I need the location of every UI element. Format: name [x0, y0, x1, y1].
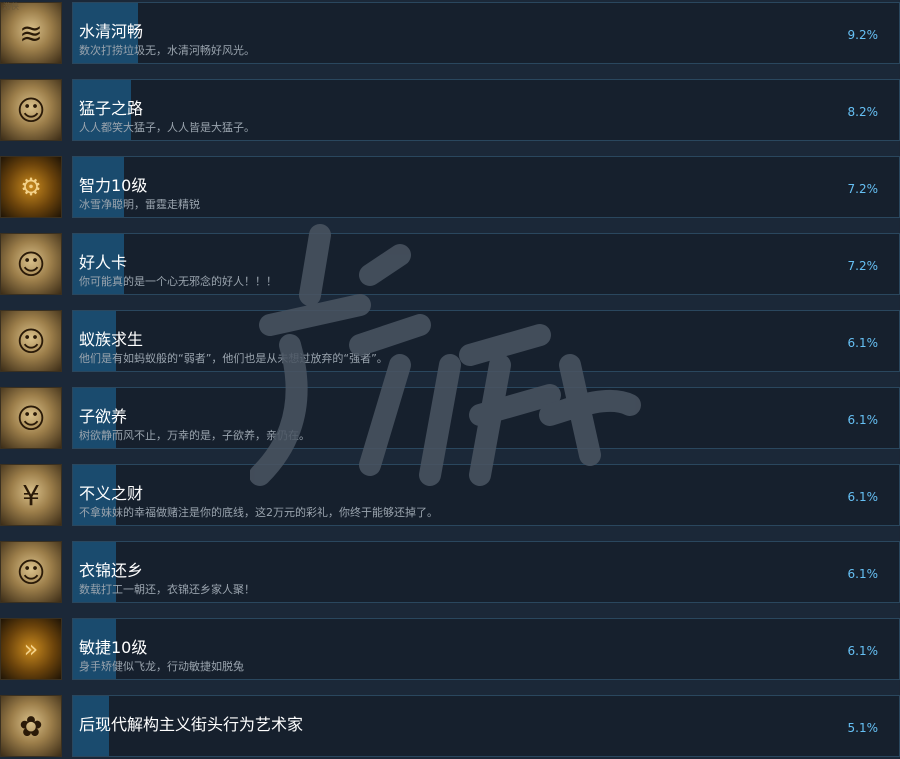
achievement-description: 树欲静而风不止，万幸的是，子欲养，亲仍在。 — [79, 429, 310, 442]
portrait-man-icon: ☺ — [0, 387, 62, 449]
achievement-title: 智力10级 — [79, 176, 148, 195]
portrait-woman-icon: ☺ — [0, 233, 62, 295]
portrait-woman-icon-glyph: ☺ — [16, 324, 46, 358]
achievement-row[interactable]: » 敏捷10级身手矫健似飞龙，行动敏捷如脱兔 6.1% — [0, 618, 900, 682]
achievement-percent: 7.2% — [847, 259, 879, 273]
portrait-man-icon-glyph: ☺ — [16, 401, 46, 435]
achievement-title: 好人卡 — [79, 253, 128, 272]
achievement-row[interactable]: ☺ 衣锦还乡数载打工一朝还，衣锦还乡家人聚！ 6.1% — [0, 541, 900, 605]
achievement-title: 后现代解构主义街头行为艺术家 — [79, 715, 304, 734]
achievement-description: 冰雪净聪明，雷霆走精锐 — [79, 198, 200, 211]
achievement-percent: 6.1% — [847, 567, 879, 581]
achievement-title: 衣锦还乡 — [79, 561, 144, 580]
achievement-title: 猛子之路 — [79, 99, 144, 118]
corner-watermark: 游侠 — [3, 2, 19, 11]
brain-badge-icon-glyph: ⚙ — [20, 173, 42, 201]
portrait-woman-icon-glyph: ☺ — [16, 247, 46, 281]
money-icon-glyph: ¥ — [22, 478, 40, 512]
panda-icon-glyph: ✿ — [19, 709, 43, 743]
achievement-percent: 9.2% — [847, 28, 879, 42]
achievement-row[interactable]: ☺ 子欲养树欲静而风不止，万幸的是，子欲养，亲仍在。 6.1% — [0, 387, 900, 451]
achievement-description: 他们是有如蚂蚁般的“弱者”，他们也是从未想过放弃的“强者”。 — [79, 352, 388, 365]
achievement-row[interactable]: ☺ 好人卡你可能真的是一个心无邪念的好人！！！ 7.2% — [0, 233, 900, 297]
achievement-percent: 7.2% — [847, 182, 879, 196]
achievement-percent: 6.1% — [847, 413, 879, 427]
achievement-percent: 8.2% — [847, 105, 879, 119]
achievement-row[interactable]: ¥ 不义之财不拿妹妹的幸福做赌注是你的底线，这2万元的彩礼，你终于能够还掉了。 6.… — [0, 464, 900, 528]
achievement-percent: 6.1% — [847, 644, 879, 658]
portrait-man-icon: ☺ — [0, 541, 62, 603]
achievement-row[interactable]: ✿ 后现代解构主义街头行为艺术家 5.1% — [0, 695, 900, 759]
achievement-title: 不义之财 — [79, 484, 144, 503]
portrait-man-icon-glyph: ☺ — [16, 93, 46, 127]
river-icon-glyph: ≋ — [19, 16, 43, 50]
achievement-description: 身手矫健似飞龙，行动敏捷如脱兔 — [79, 660, 244, 673]
money-icon: ¥ — [0, 464, 62, 526]
agility-badge-icon-glyph: » — [23, 635, 39, 663]
achievement-row[interactable]: ⚙ 智力10级冰雪净聪明，雷霆走精锐 7.2% — [0, 156, 900, 220]
achievement-description: 不拿妹妹的幸福做赌注是你的底线，这2万元的彩礼，你终于能够还掉了。 — [79, 506, 438, 519]
achievement-description: 你可能真的是一个心无邪念的好人！！！ — [79, 275, 277, 288]
brain-badge-icon: ⚙ — [0, 156, 62, 218]
achievement-row[interactable]: ☺ 猛子之路人人都笑大猛子，人人皆是大猛子。 8.2% — [0, 79, 900, 143]
agility-badge-icon: » — [0, 618, 62, 680]
achievement-title: 子欲养 — [79, 407, 128, 426]
achievement-percent: 5.1% — [847, 721, 879, 735]
achievement-title: 水清河畅 — [79, 22, 144, 41]
achievement-row[interactable]: ≋ 水清河畅数次打捞垃圾无，水清河畅好风光。 9.2% — [0, 2, 900, 66]
portrait-man-icon-glyph: ☺ — [16, 555, 46, 589]
achievement-description: 数载打工一朝还，衣锦还乡家人聚！ — [79, 583, 255, 596]
panda-icon: ✿ — [0, 695, 62, 757]
achievement-description: 数次打捞垃圾无，水清河畅好风光。 — [79, 44, 255, 57]
achievement-title: 敏捷10级 — [79, 638, 148, 657]
achievement-percent: 6.1% — [847, 490, 879, 504]
portrait-man-icon: ☺ — [0, 79, 62, 141]
achievement-percent: 6.1% — [847, 336, 879, 350]
achievement-row[interactable]: ☺ 蚁族求生他们是有如蚂蚁般的“弱者”，他们也是从未想过放弃的“强者”。 6.1% — [0, 310, 900, 374]
achievement-title: 蚁族求生 — [79, 330, 144, 349]
achievement-description: 人人都笑大猛子，人人皆是大猛子。 — [79, 121, 255, 134]
portrait-woman-icon: ☺ — [0, 310, 62, 372]
